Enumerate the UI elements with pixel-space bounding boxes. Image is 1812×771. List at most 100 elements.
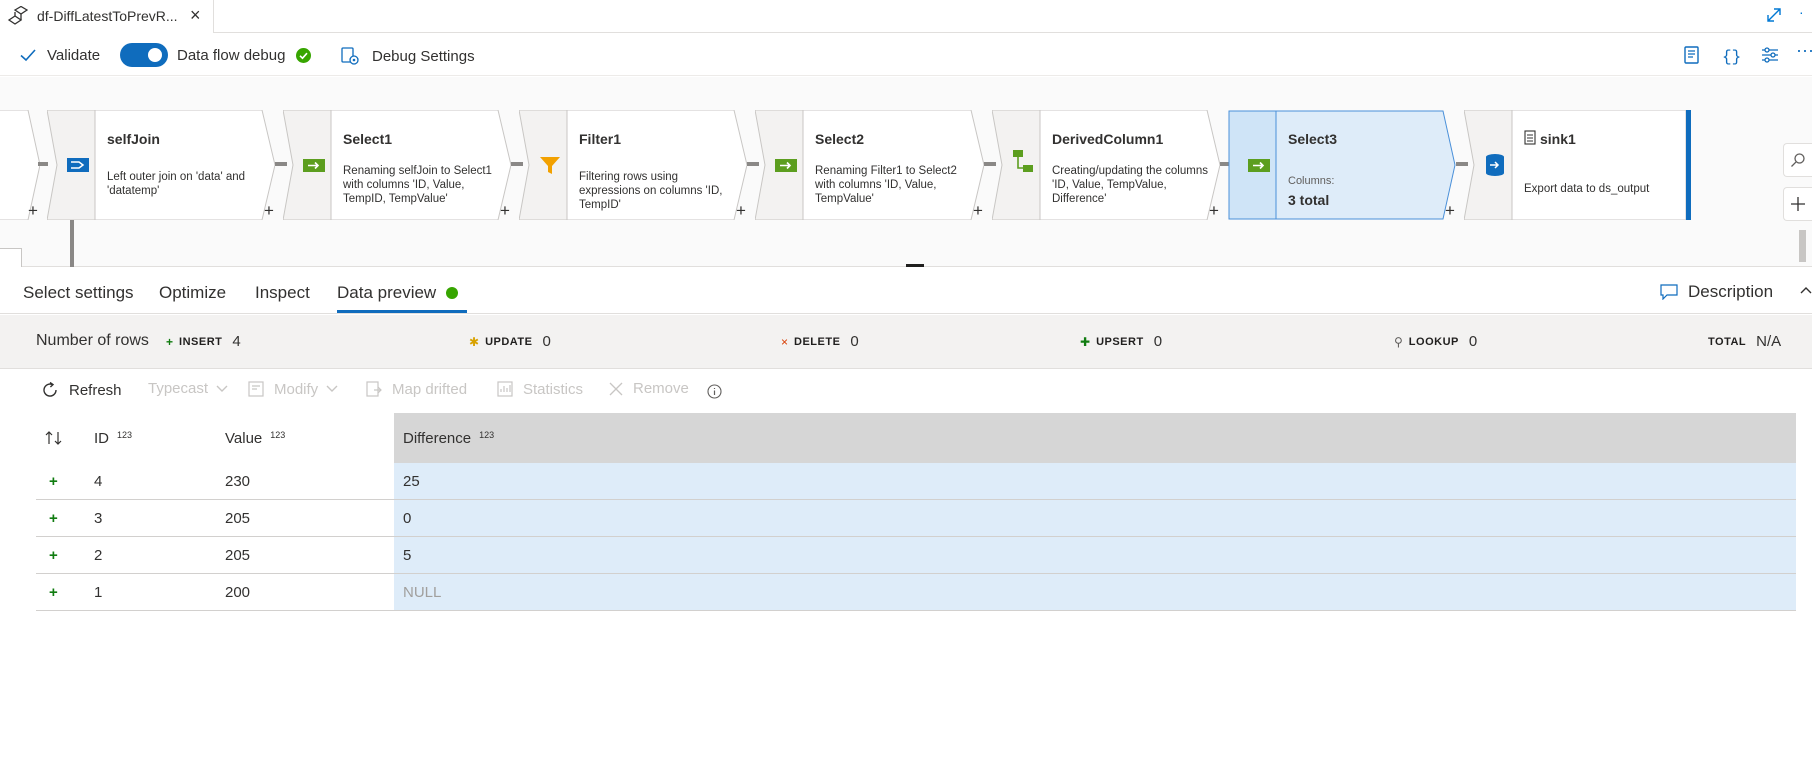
more-options-icon[interactable]: ··· — [1796, 40, 1812, 62]
modify-label: Modify — [274, 380, 319, 398]
node-select3[interactable]: Select3 Columns: 3 total — [1228, 110, 1456, 220]
sink-icon — [1486, 154, 1504, 176]
column-name: Difference — [403, 429, 472, 447]
cell-value: 205 — [225, 546, 251, 564]
column-type-badge: 123 — [117, 430, 133, 440]
document-tab[interactable]: df-DiffLatestToPrevR... × — [0, 0, 214, 33]
refresh-button[interactable]: Refresh — [40, 380, 122, 400]
add-transform-icon[interactable]: + — [1209, 202, 1219, 219]
insert-row-icon: + — [49, 509, 58, 527]
table-row[interactable]: + 1 200 NULL — [36, 574, 1796, 611]
dataflow-canvas[interactable]: + selfJoin Left outer join on 'data' and… — [0, 77, 1812, 267]
map-drifted-label: Map drifted — [392, 380, 468, 398]
statistics-button[interactable]: Statistics — [496, 380, 583, 398]
add-transform-icon[interactable]: + — [736, 202, 746, 219]
add-transform-icon[interactable]: + — [1445, 202, 1455, 219]
node-derivedcolumn1[interactable]: DerivedColumn1 Creating/updating the col… — [992, 110, 1220, 220]
grid-header: ID 123 Value 123 Difference 123 — [36, 413, 1796, 463]
table-row[interactable]: + 2 205 5 — [36, 537, 1796, 574]
comment-icon — [1660, 284, 1678, 300]
success-check-icon — [296, 47, 312, 63]
update-count: ✱ UPDATE 0 — [469, 333, 551, 350]
branch-connector — [70, 220, 74, 267]
tab-select-settings[interactable]: Select settings — [23, 283, 134, 303]
row-counts-title: Number of rows — [36, 332, 149, 349]
node-filter1[interactable]: Filter1 Filtering rows using expressions… — [519, 110, 747, 220]
statistics-icon — [497, 381, 513, 397]
column-name: ID — [94, 429, 109, 447]
node-selfjoin[interactable]: selfJoin Left outer join on 'data' and '… — [47, 110, 275, 220]
node-columns-label: Columns: — [1288, 175, 1335, 187]
modify-button[interactable]: Modify — [247, 380, 338, 398]
document-tab-title: df-DiffLatestToPrevR... — [37, 8, 178, 24]
canvas-scrollbar[interactable] — [1799, 230, 1806, 262]
select-icon — [1248, 159, 1270, 172]
column-header-id[interactable]: ID 123 — [94, 413, 132, 463]
sort-button[interactable] — [44, 413, 64, 463]
delete-icon: × — [781, 334, 789, 349]
add-transform-icon[interactable]: + — [264, 202, 274, 219]
node-title: DerivedColumn1 — [1052, 131, 1164, 147]
description-button[interactable]: Description — [1660, 282, 1773, 302]
close-icon[interactable]: × — [190, 6, 201, 24]
add-transform-icon[interactable]: + — [973, 202, 983, 219]
map-drifted-button[interactable]: Map drifted — [365, 380, 467, 398]
node-description: Renaming selfJoin to Select1 with column… — [343, 165, 492, 205]
partial-node-below — [0, 248, 22, 267]
table-row[interactable]: + 3 205 0 — [36, 500, 1796, 537]
add-transform-icon[interactable]: + — [500, 202, 510, 219]
node-sink1[interactable]: sink1 Export data to ds_output — [1464, 110, 1692, 220]
cell-difference: NULL — [394, 574, 1796, 610]
node-description: Export data to ds_output — [1524, 183, 1650, 195]
status-dot-icon — [446, 286, 459, 299]
upsert-label: UPSERT — [1096, 335, 1144, 348]
remove-button[interactable]: Remove — [608, 380, 689, 397]
debug-settings-button[interactable]: Debug Settings — [340, 46, 475, 66]
json-code-icon[interactable]: {} — [1720, 44, 1742, 66]
node-select1[interactable]: Select1 Renaming selfJoin to Select1 wit… — [283, 110, 511, 220]
insert-value: 4 — [232, 333, 241, 350]
node-title: sink1 — [1540, 131, 1576, 147]
cell-difference: 0 — [394, 500, 1796, 536]
typecast-button[interactable]: Typecast — [148, 380, 228, 397]
validate-button[interactable]: Validate — [19, 46, 100, 64]
chevron-up-icon[interactable] — [1800, 285, 1812, 295]
tab-optimize[interactable]: Optimize — [159, 283, 226, 303]
column-header-value[interactable]: Value 123 — [225, 413, 285, 463]
cell-value: 205 — [225, 509, 251, 527]
map-drifted-icon — [366, 381, 382, 397]
info-icon[interactable] — [707, 384, 722, 399]
statistics-label: Statistics — [523, 380, 584, 398]
insert-count: + INSERT 4 — [166, 333, 241, 350]
refresh-label: Refresh — [69, 381, 122, 399]
tab-data-preview-label: Data preview — [337, 283, 437, 302]
update-label: UPDATE — [485, 335, 533, 348]
more-icon[interactable]: · — [1799, 4, 1804, 20]
panel-resize-handle[interactable] — [906, 264, 924, 267]
add-transform-icon[interactable]: + — [28, 202, 38, 219]
filter-icon — [540, 157, 560, 174]
column-header-difference[interactable]: Difference 123 — [394, 413, 1796, 463]
node-title: Select3 — [1288, 131, 1338, 147]
node-select2[interactable]: Select2 Renaming Filter1 to Select2 with… — [755, 110, 984, 220]
active-tab-indicator — [337, 310, 467, 313]
tab-data-preview[interactable]: Data preview — [337, 283, 459, 303]
lookup-icon: ⚲ — [1394, 334, 1403, 349]
debug-toggle[interactable] — [120, 43, 168, 67]
lookup-count: ⚲ LOOKUP 0 — [1394, 333, 1477, 350]
debug-settings-icon — [341, 47, 359, 65]
code-script-icon[interactable] — [1681, 44, 1703, 66]
canvas-zoom-in-button[interactable] — [1783, 187, 1812, 221]
select-icon — [303, 159, 325, 172]
table-row[interactable]: + 4 230 25 — [36, 463, 1796, 500]
debug-toggle-group: Data flow debug — [120, 43, 312, 67]
upsert-icon: ✚ — [1080, 334, 1091, 349]
node-columns-value: 3 total — [1288, 192, 1330, 208]
expand-icon[interactable] — [1764, 5, 1784, 25]
canvas-search-button[interactable] — [1783, 143, 1812, 177]
delete-label: DELETE — [794, 335, 841, 348]
dataflow-icon — [7, 6, 28, 25]
remove-label: Remove — [633, 380, 689, 397]
properties-icon[interactable] — [1759, 44, 1781, 66]
tab-inspect[interactable]: Inspect — [255, 283, 310, 303]
